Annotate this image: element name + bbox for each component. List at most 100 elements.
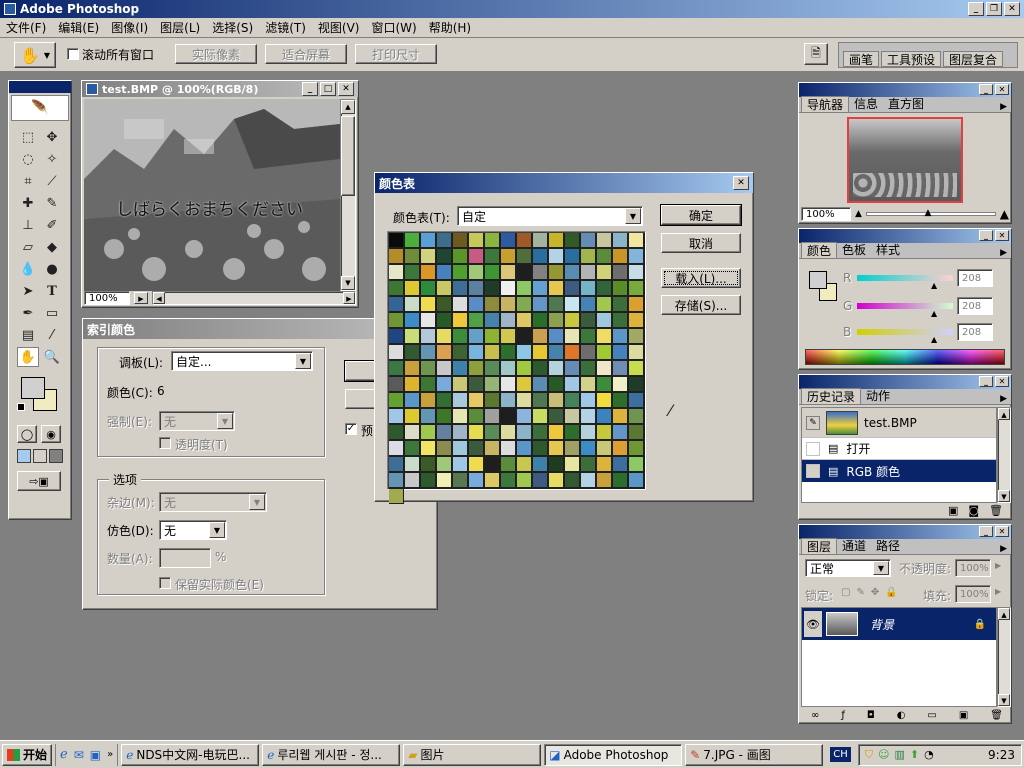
foreground-color-swatch[interactable] [21,377,45,399]
color-swatch[interactable] [517,281,532,296]
zoom-out-icon[interactable]: ▲ [855,209,862,219]
history-scrollbar[interactable]: ▲ ▼ [997,407,1011,503]
layers-scrollbar[interactable]: ▲ ▼ [997,607,1011,707]
color-swatch[interactable] [469,265,484,280]
color-swatch[interactable] [437,313,452,328]
color-swatch[interactable] [421,265,436,280]
blend-mode-select[interactable]: 正常 ▼ [805,559,891,577]
outlook-icon[interactable]: ✉ [74,748,84,762]
color-swatch[interactable] [485,297,500,312]
color-swatch[interactable] [581,409,596,424]
color-swatch[interactable] [405,281,420,296]
default-colors-icon[interactable] [17,403,25,411]
color-swatch[interactable] [501,233,516,248]
color-swatch[interactable] [597,393,612,408]
color-swatch[interactable] [533,377,548,392]
color-swatch[interactable] [597,313,612,328]
doc-vertical-scrollbar[interactable]: ▲ ▼ [340,99,356,291]
color-swatch[interactable] [501,265,516,280]
color-swatch[interactable] [421,233,436,248]
well-tab-layer-comps[interactable]: 图层复合 [943,51,1004,67]
color-swatch[interactable] [613,265,628,280]
color-swatch[interactable] [453,281,468,296]
color-swatch[interactable] [565,457,580,472]
channel-r-field[interactable]: 208 [957,269,993,287]
color-swatch[interactable] [629,249,644,264]
color-swatch[interactable] [565,249,580,264]
color-swatch[interactable] [549,233,564,248]
color-swatch[interactable] [405,473,420,488]
color-swatch[interactable] [389,441,404,456]
color-swatch[interactable] [581,425,596,440]
color-swatch[interactable] [437,457,452,472]
color-swatch[interactable] [421,409,436,424]
color-swatch[interactable] [453,441,468,456]
color-swatch[interactable] [389,457,404,472]
channel-r-slider[interactable] [857,275,953,281]
preserve-exact-colors-checkbox[interactable] [159,577,171,589]
scroll-down-button[interactable]: ▼ [998,694,1010,706]
color-swatch[interactable] [533,441,548,456]
color-swatch[interactable] [453,233,468,248]
color-swatch[interactable] [517,441,532,456]
scroll-right-button[interactable]: ▶ [343,292,355,304]
color-swatch[interactable] [597,425,612,440]
color-swatch[interactable] [533,457,548,472]
color-swatch[interactable] [389,233,404,248]
channel-b-thumb[interactable]: ▲ [931,335,937,344]
color-swatch[interactable] [437,345,452,360]
color-swatch[interactable] [517,297,532,312]
color-swatch[interactable] [469,473,484,488]
color-swatch[interactable] [597,409,612,424]
history-brush-slot[interactable] [806,464,820,478]
menu-select[interactable]: 选择(S) [212,19,253,36]
network-icon[interactable]: ▥ [894,748,904,761]
color-swatch[interactable] [469,297,484,312]
menu-file[interactable]: 文件(F) [6,19,46,36]
color-swatch[interactable] [453,473,468,488]
standard-mode-icon[interactable]: ◯ [17,425,37,443]
eraser-tool-icon[interactable]: ▱ [17,237,39,257]
color-swatch[interactable] [469,393,484,408]
eyedropper-tool-icon[interactable]: ⁄ [41,325,63,345]
color-swatch[interactable] [469,233,484,248]
color-swatch[interactable] [501,361,516,376]
navigator-zoom-slider[interactable]: ▲ [865,208,996,218]
matte-select[interactable]: 无 ▼ [159,492,267,512]
color-swatch[interactable] [437,393,452,408]
color-swatch[interactable] [629,425,644,440]
color-swatch[interactable] [581,329,596,344]
color-swatch[interactable] [597,297,612,312]
scroll-left-button[interactable]: ◀ [153,292,165,304]
user-icon[interactable]: ☺ [878,748,889,761]
new-group-icon[interactable]: ▭ [927,710,936,721]
color-swatch[interactable] [581,345,596,360]
color-swatch[interactable] [437,441,452,456]
color-swatch[interactable] [533,265,548,280]
color-swatch[interactable] [581,473,596,488]
clone-stamp-tool-icon[interactable]: ⊥ [17,215,39,235]
dodge-tool-icon[interactable]: ● [41,259,63,279]
fill-arrow-icon[interactable]: ▶ [995,587,1001,596]
zoom-field[interactable]: 100% [84,291,130,305]
history-state-row-selected[interactable]: ▤ RGB 颜色 [802,460,996,482]
panel-minimize-button[interactable]: _ [979,526,993,537]
color-swatch[interactable] [565,233,580,248]
color-swatch[interactable] [453,249,468,264]
color-swatch[interactable] [565,473,580,488]
hand-tool-icon[interactable]: ✋ [17,347,39,367]
eye-icon[interactable]: 👁 [804,611,822,637]
color-swatch[interactable] [469,425,484,440]
doc-horizontal-scrollbar[interactable]: ◀ ▶ [152,291,356,305]
layer-style-icon[interactable]: ƒ [841,710,845,721]
color-swatch[interactable] [533,425,548,440]
color-swatch[interactable] [389,297,404,312]
link-layers-icon[interactable]: ∞ [811,710,819,721]
fit-screen-button[interactable]: 适合屏幕 [265,44,347,64]
color-swatch[interactable] [485,393,500,408]
color-swatch[interactable] [389,393,404,408]
status-menu-button[interactable]: ▶ [134,292,148,304]
tab-channels[interactable]: 通道 [837,538,871,554]
new-snapshot-icon[interactable]: ◙ [968,504,979,517]
panel-minimize-button[interactable]: _ [979,230,993,241]
